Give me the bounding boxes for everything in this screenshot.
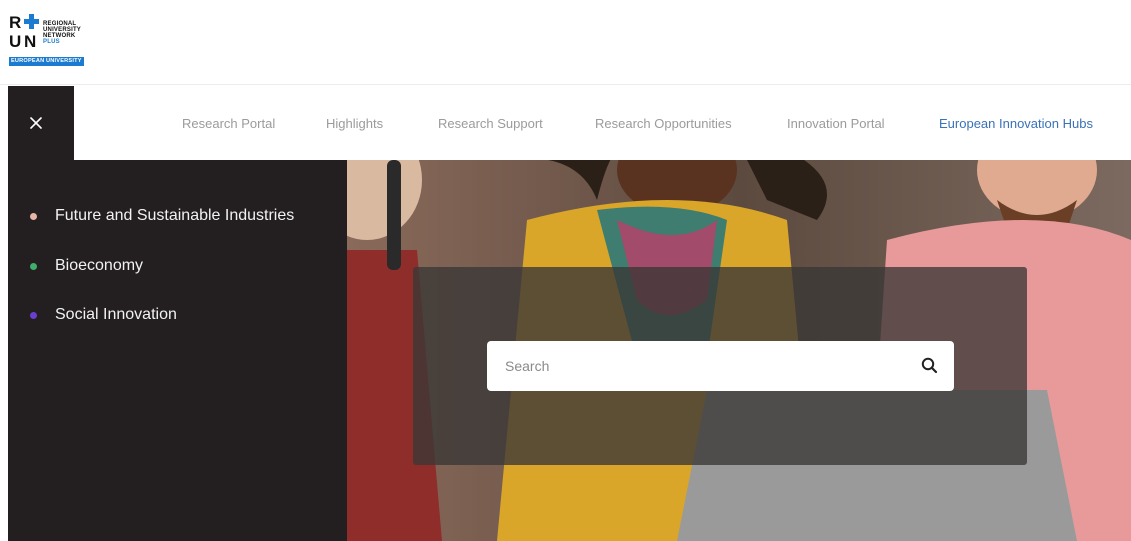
bullet-dot bbox=[30, 262, 37, 270]
close-menu-button[interactable] bbox=[8, 86, 74, 160]
nav-highlights[interactable]: Highlights bbox=[326, 116, 383, 131]
search-icon bbox=[921, 357, 938, 374]
hub-sidebar: Future and Sustainable Industries Bioeco… bbox=[8, 160, 347, 541]
search-input[interactable] bbox=[487, 341, 907, 391]
bullet-dot bbox=[30, 311, 37, 319]
sidebar-item-future-sustainable-industries[interactable]: Future and Sustainable Industries bbox=[30, 205, 294, 227]
search-button[interactable] bbox=[920, 356, 940, 376]
logo-badge: EUROPEAN UNIVERSITY bbox=[9, 57, 84, 66]
nav-research-portal[interactable]: Research Portal bbox=[182, 116, 275, 131]
header: R U N REGIONAL UNIVERSITY NETWORK PLUS E… bbox=[0, 0, 1131, 85]
sidebar-item-label: Future and Sustainable Industries bbox=[55, 207, 295, 224]
close-icon bbox=[30, 117, 42, 129]
sidebar-item-bioeconomy[interactable]: Bioeconomy bbox=[30, 255, 143, 277]
logo-letter-n: N bbox=[24, 32, 37, 51]
logo-line-plus: PLUS bbox=[43, 39, 60, 45]
search-box bbox=[487, 341, 954, 391]
nav-innovation-portal[interactable]: Innovation Portal bbox=[787, 116, 885, 131]
nav-research-support[interactable]: Research Support bbox=[438, 116, 543, 131]
main-nav: Research Portal Highlights Research Supp… bbox=[0, 86, 1131, 160]
sidebar-item-label: Social Innovation bbox=[55, 306, 177, 323]
logo-plus-icon bbox=[24, 14, 39, 29]
logo-letter-u: U bbox=[9, 32, 22, 51]
bullet-dot bbox=[30, 212, 37, 220]
nav-research-opportunities[interactable]: Research Opportunities bbox=[595, 116, 732, 131]
logo-letter-r: R bbox=[9, 13, 22, 32]
sidebar-item-social-innovation[interactable]: Social Innovation bbox=[30, 304, 177, 326]
run-logo[interactable]: R U N REGIONAL UNIVERSITY NETWORK PLUS E… bbox=[9, 14, 121, 70]
nav-european-innovation-hubs[interactable]: European Innovation Hubs bbox=[939, 116, 1093, 131]
page: R U N REGIONAL UNIVERSITY NETWORK PLUS E… bbox=[0, 0, 1131, 541]
sidebar-item-label: Bioeconomy bbox=[55, 257, 144, 274]
